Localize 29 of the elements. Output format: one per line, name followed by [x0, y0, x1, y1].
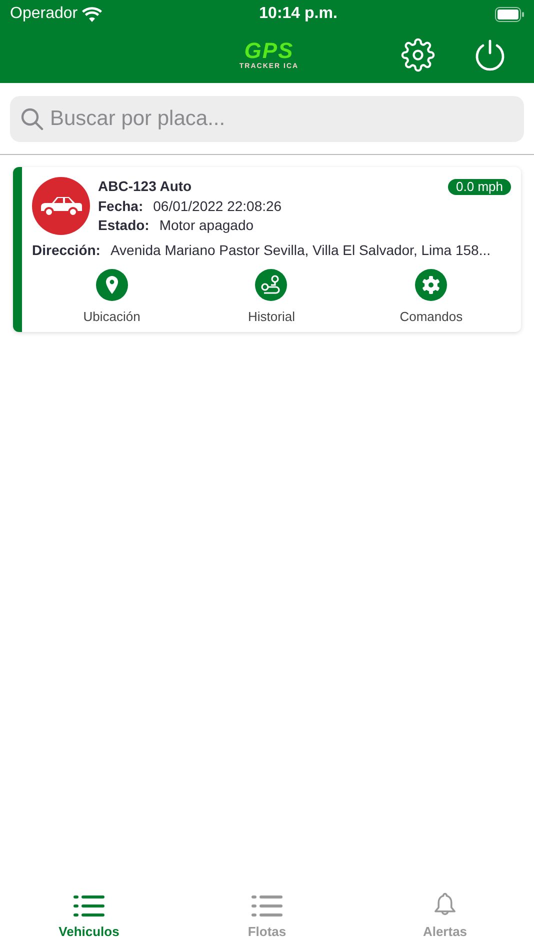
action-button[interactable]: Ubicación	[56, 268, 167, 326]
logo-title: GPS	[244, 40, 294, 62]
vehicle-name: ABC-123 Auto	[98, 177, 192, 196]
field-label: Dirección:	[32, 240, 100, 260]
tab[interactable]: Vehiculos	[0, 886, 178, 950]
action-button[interactable]: Historial	[216, 268, 326, 326]
field-label: Fecha:	[98, 196, 144, 216]
power-button[interactable]	[473, 38, 507, 72]
battery-icon	[494, 6, 524, 22]
route-icon	[255, 268, 288, 300]
field-value: Motor apagado	[159, 216, 254, 235]
bell-icon	[433, 892, 457, 918]
action-button[interactable]: Comandos	[376, 268, 486, 326]
vehicle-card[interactable]: ABC-123 Auto 0.0 mph Fecha: 06/01/2022 22:08:26 Estado: Motor apagado Dirección: Avenida Mariano Pastor Sevilla, Villa El Salvador, Lima 158... Ubicación Historial Comandos	[13, 167, 521, 332]
carrier-name: Operador	[10, 4, 78, 24]
settings-button[interactable]	[401, 38, 435, 72]
list-icon	[251, 894, 283, 918]
field-label: Estado:	[98, 216, 150, 235]
field-value: Avenida Mariano Pastor Sevilla, Villa El Salvador, Lima 158...	[110, 240, 490, 260]
wifi-icon	[82, 6, 102, 22]
speed-badge: 0.0 mph	[448, 178, 511, 195]
field-value: 06/01/2022 22:08:26	[153, 196, 282, 216]
clock-time: 10:14 p.m.	[259, 4, 338, 24]
gear-icon	[415, 268, 448, 300]
location-pin-icon	[96, 268, 128, 300]
settings-icon	[401, 38, 435, 72]
list-icon	[73, 894, 105, 918]
power-icon	[473, 38, 507, 72]
search-field[interactable]: Buscar por placa...	[10, 96, 524, 142]
